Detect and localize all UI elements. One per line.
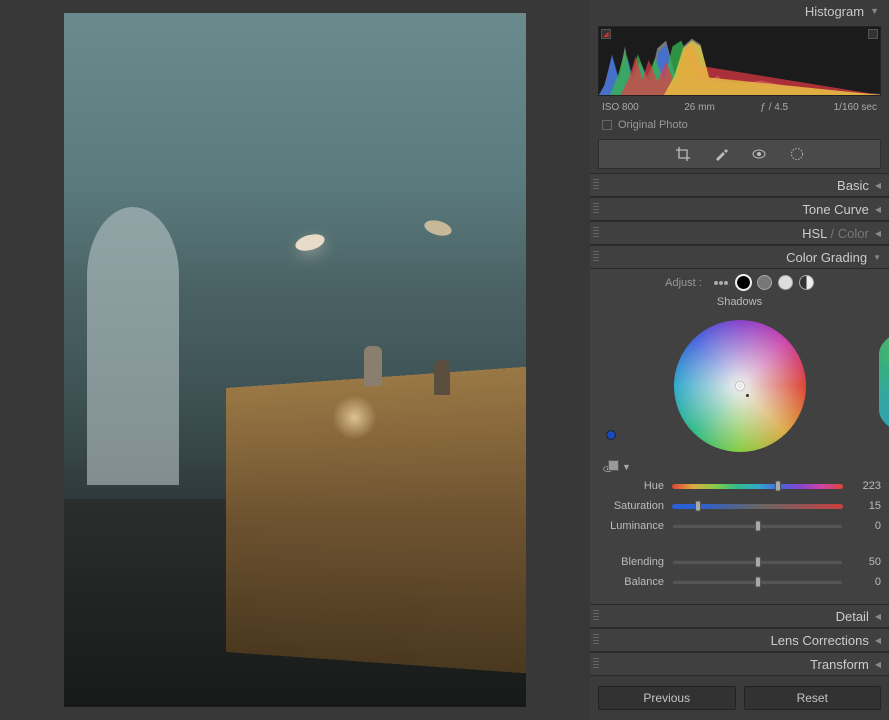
hue-value[interactable]: 223 [851,480,881,492]
focal-label: 26 mm [684,102,715,113]
preview-pane [0,0,590,720]
collapse-icon: ◀ [875,205,881,214]
color-wheel[interactable] [674,320,806,452]
blending-slider[interactable]: Blending 50 [598,552,881,572]
tool-strip [598,139,881,169]
reset-button[interactable]: Reset [744,686,882,710]
wheel-center-handle[interactable] [736,382,744,390]
expand-icon[interactable]: ▼ [622,462,631,474]
luminance-label: Luminance [598,520,664,532]
color-wheel-area [598,312,881,460]
crop-icon[interactable] [675,146,691,162]
transform-label: Transform [810,657,869,672]
highlights-wheel-button[interactable] [778,275,793,290]
hue-label: Hue [598,480,664,492]
color-grading-label: Color Grading [786,250,867,265]
iso-label: ISO 800 [602,102,639,113]
highlight-clip-indicator[interactable] [868,29,878,39]
global-wheel-button[interactable] [799,275,814,290]
adjust-selector: Adjust : [598,275,881,290]
three-way-icon[interactable] [712,276,730,290]
collapse-icon: ▼ [870,6,879,16]
panel-color-grading[interactable]: Color Grading ▼ [590,245,889,269]
drag-handle-icon [593,227,599,239]
midtones-wheel-button[interactable] [757,275,772,290]
drag-handle-icon [593,251,599,263]
color-swatch[interactable] [608,460,619,471]
collapse-icon: ▼ [873,253,881,262]
collapse-icon: ◀ [875,181,881,190]
balance-slider[interactable]: Balance 0 [598,572,881,592]
panel-tone-curve[interactable]: Tone Curve ◀ [590,197,889,221]
collapse-icon: ◀ [875,229,881,238]
drag-handle-icon [593,179,599,191]
blending-value[interactable]: 50 [851,556,881,568]
lens-corrections-label: Lens Corrections [771,633,869,648]
collapse-icon: ◀ [875,660,881,669]
tone-curve-label: Tone Curve [802,202,868,217]
blending-label: Blending [598,556,664,568]
panel-hsl[interactable]: HSL / Color ◀ [590,221,889,245]
radial-filter-icon[interactable] [789,146,805,162]
drag-handle-icon [593,634,599,646]
histogram-graph [599,27,880,95]
original-photo-checkbox[interactable] [602,120,612,130]
hue-ring-handle[interactable] [606,430,616,440]
hsl-label: HSL / Color [802,226,869,241]
collapse-icon: ◀ [875,636,881,645]
panel-transform[interactable]: Transform ◀ [590,652,889,676]
photo-info-row: ISO 800 26 mm ƒ / 4.5 1/160 sec [590,100,889,115]
hue-slider[interactable]: Hue 223 [598,476,881,496]
adjust-label: Adjust : [665,277,702,289]
histogram[interactable] [598,26,881,96]
saturation-label: Saturation [598,500,664,512]
healing-brush-icon[interactable] [713,146,729,162]
aperture-label: ƒ / 4.5 [760,102,788,113]
drag-handle-icon [593,610,599,622]
luminance-slider[interactable]: Luminance 0 [598,516,881,536]
luminance-value[interactable]: 0 [851,520,881,532]
panel-detail[interactable]: Detail ◀ [590,604,889,628]
shadow-clip-indicator[interactable] [601,29,611,39]
panel-basic[interactable]: Basic ◀ [590,173,889,197]
wheel-value-dot[interactable] [746,394,749,397]
drag-handle-icon [593,203,599,215]
collapse-icon: ◀ [875,612,881,621]
bottom-button-row: Previous Reset [598,686,881,710]
histogram-header[interactable]: Histogram ▼ [590,0,889,22]
detail-label: Detail [836,609,869,624]
balance-value[interactable]: 0 [851,576,881,588]
original-photo-row[interactable]: Original Photo [590,115,889,137]
saturation-slider[interactable]: Saturation 15 [598,496,881,516]
histogram-title: Histogram [805,4,864,19]
shutter-label: 1/160 sec [834,102,877,113]
shadows-wheel-button[interactable] [736,275,751,290]
original-photo-label: Original Photo [618,119,688,131]
balance-label: Balance [598,576,664,588]
panel-lens-corrections[interactable]: Lens Corrections ◀ [590,628,889,652]
redeye-icon[interactable] [751,146,767,162]
side-panel: Histogram ▼ ISO 800 26 mm ƒ / 4.5 1/160 … [590,0,889,720]
color-grading-body: Adjust : Shadows ▼ [590,269,889,604]
saturation-value[interactable]: 15 [851,500,881,512]
drag-handle-icon [593,658,599,670]
previous-button[interactable]: Previous [598,686,736,710]
adjacent-wheel-preview[interactable] [879,324,889,440]
shadows-subtitle: Shadows [598,296,881,308]
preview-image[interactable] [64,13,526,707]
basic-label: Basic [837,178,869,193]
